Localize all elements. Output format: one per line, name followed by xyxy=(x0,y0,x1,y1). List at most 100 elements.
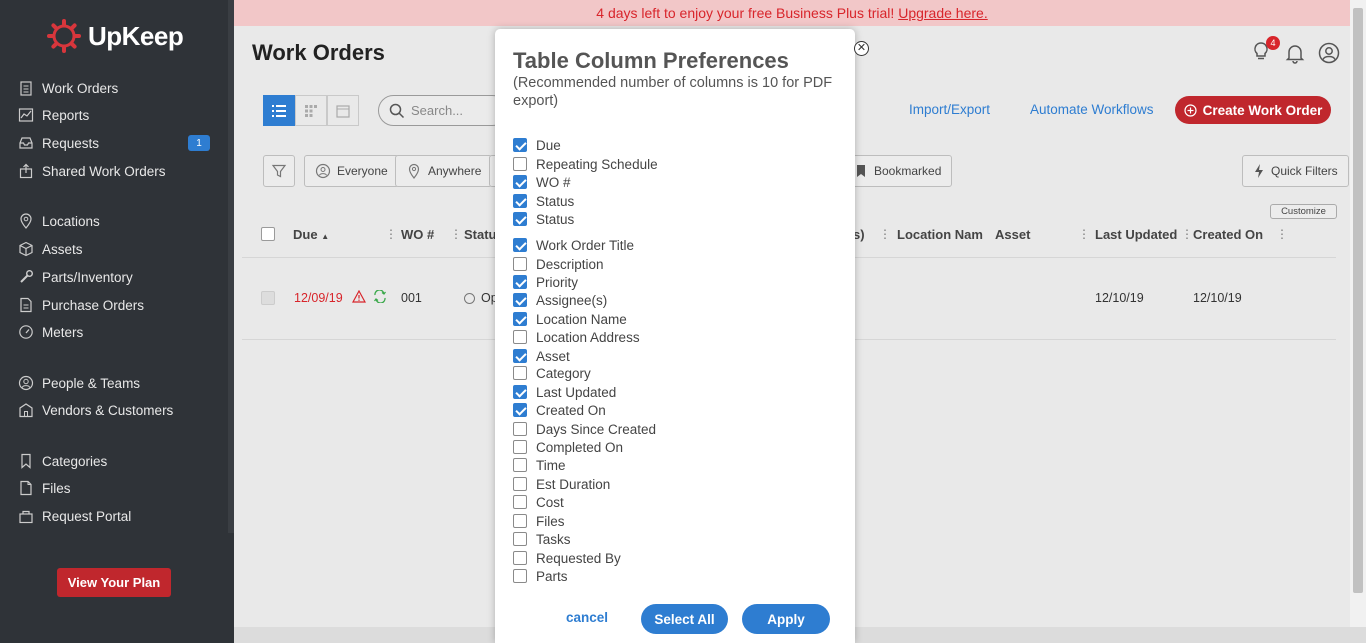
column-option[interactable]: Time xyxy=(513,456,566,474)
sidebar-item-request-portal[interactable]: Request Portal xyxy=(18,505,212,527)
column-option[interactable]: Priority xyxy=(513,273,578,291)
column-option-checkbox[interactable] xyxy=(513,257,527,271)
column-option[interactable]: Repeating Schedule xyxy=(513,155,658,173)
column-option-checkbox[interactable] xyxy=(513,238,527,252)
column-option[interactable]: Days Since Created xyxy=(513,420,656,438)
column-option[interactable]: Requested By xyxy=(513,549,621,567)
user-profile-icon[interactable] xyxy=(1318,42,1340,64)
column-option-checkbox[interactable] xyxy=(513,440,527,454)
sidebar-item-categories[interactable]: Categories xyxy=(18,450,212,472)
column-option[interactable]: Description xyxy=(513,255,604,273)
import-export-link[interactable]: Import/Export xyxy=(909,102,990,117)
column-option-checkbox[interactable] xyxy=(513,194,527,208)
page-vertical-scrollbar[interactable] xyxy=(1350,0,1366,627)
upgrade-link[interactable]: Upgrade here. xyxy=(898,5,988,21)
column-menu-icon[interactable]: ⋮ xyxy=(1078,227,1090,241)
column-option[interactable]: Asset xyxy=(513,347,570,365)
column-header-asset[interactable]: Asset xyxy=(995,227,1030,242)
sidebar-item-assets[interactable]: Assets xyxy=(18,238,212,260)
column-menu-icon[interactable]: ⋮ xyxy=(385,227,397,241)
column-option[interactable]: WO # xyxy=(513,173,571,191)
column-option-checkbox[interactable] xyxy=(513,385,527,399)
location-filter[interactable]: Anywhere xyxy=(395,155,493,187)
column-option[interactable]: Due xyxy=(513,136,561,154)
column-option[interactable]: Category xyxy=(513,364,591,382)
sidebar-item-vendors-customers[interactable]: Vendors & Customers xyxy=(18,399,212,421)
column-option-checkbox[interactable] xyxy=(513,138,527,152)
column-menu-icon[interactable]: ⋮ xyxy=(1276,227,1288,241)
sidebar-item-files[interactable]: Files xyxy=(18,477,212,499)
column-option-checkbox[interactable] xyxy=(513,551,527,565)
column-option-checkbox[interactable] xyxy=(513,403,527,417)
upkeep-logo[interactable]: UpKeep xyxy=(46,18,184,54)
column-option[interactable]: Created On xyxy=(513,401,606,419)
view-your-plan-button[interactable]: View Your Plan xyxy=(57,568,171,597)
sidebar-item-requests[interactable]: Requests 1 xyxy=(18,132,212,154)
sidebar-item-locations[interactable]: Locations xyxy=(18,210,212,232)
column-option-checkbox[interactable] xyxy=(513,157,527,171)
search-input[interactable]: Search... xyxy=(378,95,508,126)
column-option-checkbox[interactable] xyxy=(513,422,527,436)
bookmarked-filter[interactable]: Bookmarked xyxy=(839,155,953,187)
column-option-checkbox[interactable] xyxy=(513,458,527,472)
column-menu-icon[interactable]: ⋮ xyxy=(450,227,462,241)
filter-button[interactable] xyxy=(263,155,295,187)
column-option-checkbox[interactable] xyxy=(513,175,527,189)
column-option[interactable]: Parts xyxy=(513,567,568,585)
column-option[interactable]: Status xyxy=(513,192,574,210)
column-option-checkbox[interactable] xyxy=(513,349,527,363)
row-select-checkbox[interactable] xyxy=(261,291,275,305)
column-option[interactable]: Location Address xyxy=(513,328,640,346)
select-all-button[interactable]: Select All xyxy=(641,604,728,634)
close-icon[interactable]: ✕ xyxy=(854,41,869,56)
row-status[interactable]: Op xyxy=(464,291,498,305)
column-option-checkbox[interactable] xyxy=(513,366,527,380)
column-header-last-updated[interactable]: Last Updated xyxy=(1095,227,1177,242)
sidebar-item-work-orders[interactable]: Work Orders xyxy=(18,77,212,99)
assignee-filter[interactable]: Everyone xyxy=(304,155,399,187)
column-option[interactable]: Tasks xyxy=(513,530,571,548)
column-option[interactable]: Est Duration xyxy=(513,475,610,493)
quick-filters-button[interactable]: Quick Filters xyxy=(1242,155,1349,187)
tips-button[interactable]: 4 xyxy=(1250,36,1280,65)
column-option[interactable]: Work Order Title xyxy=(513,236,634,254)
sidebar-item-shared-work-orders[interactable]: Shared Work Orders xyxy=(18,160,212,182)
column-option[interactable]: Location Name xyxy=(513,310,627,328)
list-view-button[interactable] xyxy=(263,95,295,126)
calendar-view-button[interactable] xyxy=(327,95,359,126)
column-menu-icon[interactable]: ⋮ xyxy=(879,227,891,241)
apply-button[interactable]: Apply xyxy=(742,604,830,634)
grid-view-button[interactable] xyxy=(295,95,327,126)
column-option[interactable]: Status xyxy=(513,210,574,228)
column-header-status[interactable]: Statu xyxy=(464,227,497,242)
column-option[interactable]: Last Updated xyxy=(513,383,616,401)
column-header-due[interactable]: Due ▲ xyxy=(293,227,329,242)
column-option-checkbox[interactable] xyxy=(513,532,527,546)
column-option-checkbox[interactable] xyxy=(513,477,527,491)
create-work-order-button[interactable]: Create Work Order xyxy=(1175,96,1331,124)
select-all-rows-checkbox[interactable] xyxy=(261,227,275,241)
bell-icon[interactable] xyxy=(1284,42,1306,64)
column-header-wo[interactable]: WO # xyxy=(401,227,434,242)
automate-workflows-link[interactable]: Automate Workflows xyxy=(1030,102,1154,117)
column-header-location-name[interactable]: Location Nam xyxy=(897,227,983,242)
column-menu-icon[interactable]: ⋮ xyxy=(1181,227,1193,241)
column-option-checkbox[interactable] xyxy=(513,293,527,307)
scrollbar-thumb[interactable] xyxy=(1353,8,1363,593)
sidebar-item-purchase-orders[interactable]: Purchase Orders xyxy=(18,294,212,316)
sidebar-item-parts-inventory[interactable]: Parts/Inventory xyxy=(18,266,212,288)
column-option[interactable]: Cost xyxy=(513,493,564,511)
cancel-button[interactable]: cancel xyxy=(566,610,608,625)
column-option-checkbox[interactable] xyxy=(513,312,527,326)
sidebar-item-people-teams[interactable]: People & Teams xyxy=(18,372,212,394)
column-option-checkbox[interactable] xyxy=(513,569,527,583)
column-option[interactable]: Assignee(s) xyxy=(513,291,607,309)
column-option-checkbox[interactable] xyxy=(513,275,527,289)
sidebar-item-meters[interactable]: Meters xyxy=(18,321,212,343)
column-option-checkbox[interactable] xyxy=(513,514,527,528)
column-option-checkbox[interactable] xyxy=(513,495,527,509)
column-option[interactable]: Completed On xyxy=(513,438,623,456)
column-option[interactable]: Files xyxy=(513,512,565,530)
sidebar-item-reports[interactable]: Reports xyxy=(18,104,212,126)
column-option-checkbox[interactable] xyxy=(513,212,527,226)
